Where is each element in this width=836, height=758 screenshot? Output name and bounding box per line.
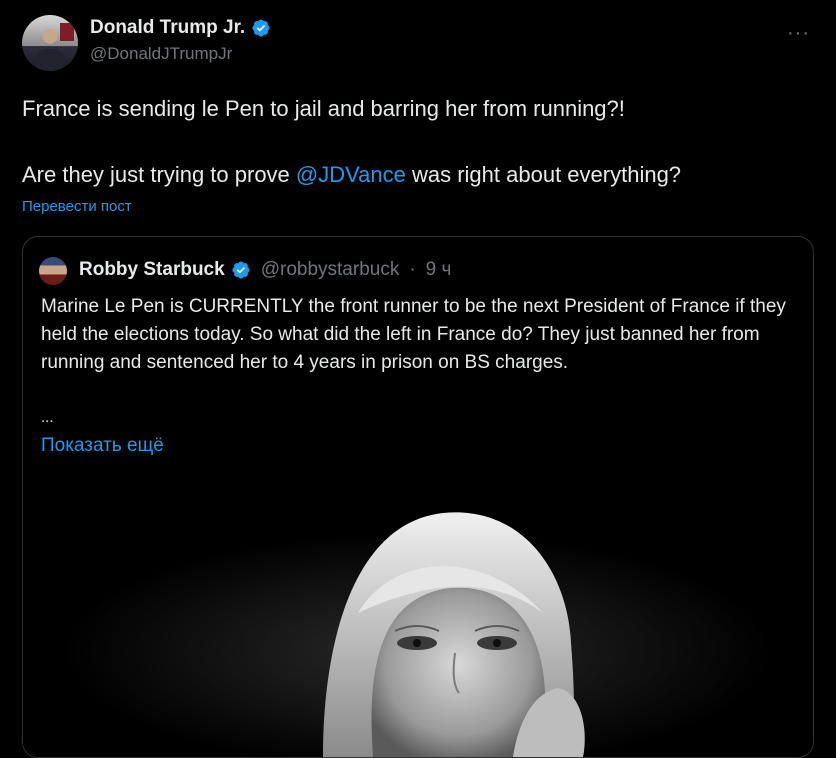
author-handle[interactable]: @DonaldJTrumpJr [90,44,232,64]
quoted-author-avatar[interactable] [39,257,67,285]
quoted-ellipsis: ... [41,409,54,426]
portrait-image [23,493,813,757]
separator-dot: · [409,259,416,280]
author-avatar[interactable] [22,15,78,71]
quoted-author-row: Robby Starbuck @robbystarbuck · 9 ч [79,259,451,281]
tweet-text-segment: Are they just trying to prove [22,162,296,187]
quoted-author-name[interactable]: Robby Starbuck [79,259,225,281]
quoted-timestamp[interactable]: 9 ч [426,259,452,281]
quoted-tweet-text: Marine Le Pen is CURRENTLY the front run… [41,296,786,373]
verified-badge-icon [252,19,270,37]
quoted-tweet-card[interactable]: Robby Starbuck @robbystarbuck · 9 ч Mari… [22,236,814,758]
tweet-text-segment: was right about everything? [405,162,682,187]
verified-badge-icon [232,261,250,279]
more-options-icon[interactable]: ··· [787,22,810,45]
tweet-text-line-2: Are they just trying to prove @JDVance w… [22,162,681,188]
translate-post-link[interactable]: Перевести пост [22,198,132,215]
author-name[interactable]: Donald Trump Jr. [90,17,245,39]
show-more-link[interactable]: Показать ещё [41,435,164,457]
quoted-author-handle[interactable]: @robbystarbuck [261,259,400,281]
avatar-figure [36,49,64,71]
quoted-media-photo[interactable] [23,493,813,757]
tweet-text-line-1: France is sending le Pen to jail and bar… [22,96,625,121]
author-name-row: Donald Trump Jr. [90,17,271,39]
mention-link[interactable]: @JDVance [296,162,406,187]
avatar-flag [60,23,74,41]
